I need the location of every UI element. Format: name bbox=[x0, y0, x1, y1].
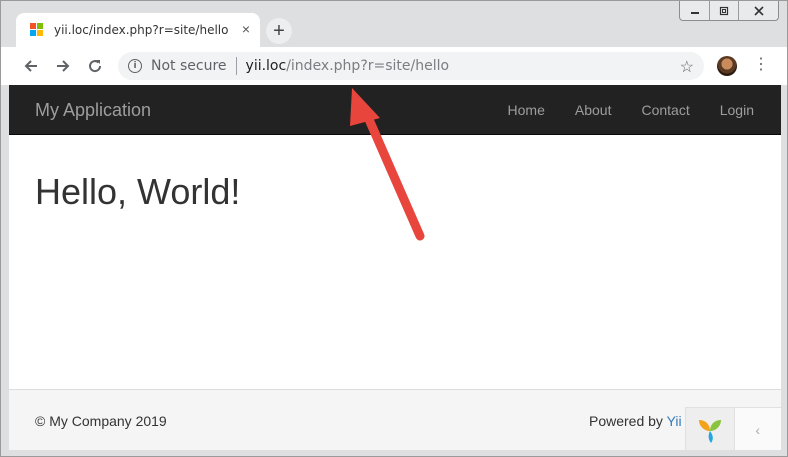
security-status: Not secure bbox=[151, 58, 227, 74]
minimize-icon[interactable] bbox=[680, 1, 709, 20]
arrow-right-icon[interactable] bbox=[53, 56, 73, 76]
info-icon[interactable]: i bbox=[128, 59, 142, 73]
yii-logo-icon[interactable] bbox=[686, 408, 734, 450]
star-icon[interactable]: ☆ bbox=[680, 57, 694, 77]
profile-avatar[interactable] bbox=[717, 56, 737, 76]
footer-powered-by: Powered by Yii bbox=[589, 413, 682, 429]
url-host: yii.loc bbox=[245, 58, 287, 74]
site-favicon-icon bbox=[30, 23, 44, 37]
yii-debug-toolbar: ‹ bbox=[685, 407, 781, 450]
url-text[interactable]: yii.loc/index.php?r=site/hello bbox=[246, 58, 450, 74]
yii-link[interactable]: Yii bbox=[667, 413, 682, 429]
footer-copyright: © My Company 2019 bbox=[35, 413, 167, 429]
nav-links: Home About Contact Login bbox=[493, 85, 769, 135]
address-separator bbox=[235, 57, 237, 75]
restore-icon[interactable] bbox=[709, 1, 738, 20]
tab-title: yii.loc/index.php?r=site/hello bbox=[54, 23, 229, 37]
page-heading: Hello, World! bbox=[35, 171, 241, 212]
debug-toolbar-toggle[interactable]: ‹ bbox=[733, 408, 781, 450]
site-navbar: My Application Home About Contact Login bbox=[9, 85, 781, 135]
reload-icon[interactable] bbox=[85, 56, 105, 76]
arrow-left-icon[interactable] bbox=[21, 56, 41, 76]
nav-home-link[interactable]: Home bbox=[493, 85, 560, 135]
close-icon[interactable] bbox=[738, 1, 778, 20]
powered-by-prefix: Powered by bbox=[589, 413, 667, 429]
new-tab-button[interactable]: + bbox=[266, 18, 292, 44]
tab-close-icon[interactable]: × bbox=[242, 21, 250, 37]
url-path: /index.php?r=site/hello bbox=[286, 58, 450, 74]
nav-contact-link[interactable]: Contact bbox=[626, 85, 704, 135]
nav-login-link[interactable]: Login bbox=[705, 85, 769, 135]
kebab-menu-icon[interactable]: ⋮ bbox=[753, 55, 769, 75]
nav-about-link[interactable]: About bbox=[560, 85, 627, 135]
tab-strip: yii.loc/index.php?r=site/hello × + bbox=[1, 1, 787, 47]
browser-tab[interactable]: yii.loc/index.php?r=site/hello × bbox=[16, 13, 260, 47]
browser-toolbar: i Not secure yii.loc/index.php?r=site/he… bbox=[1, 47, 787, 85]
brand-link[interactable]: My Application bbox=[35, 100, 151, 121]
page-viewport: My Application Home About Contact Login … bbox=[9, 85, 781, 450]
window-controls bbox=[679, 1, 779, 21]
address-bar[interactable]: i Not secure yii.loc/index.php?r=site/he… bbox=[118, 52, 704, 80]
browser-window: yii.loc/index.php?r=site/hello × + i Not… bbox=[0, 0, 788, 457]
site-footer: © My Company 2019 Powered by Yii ‹ bbox=[9, 389, 781, 450]
